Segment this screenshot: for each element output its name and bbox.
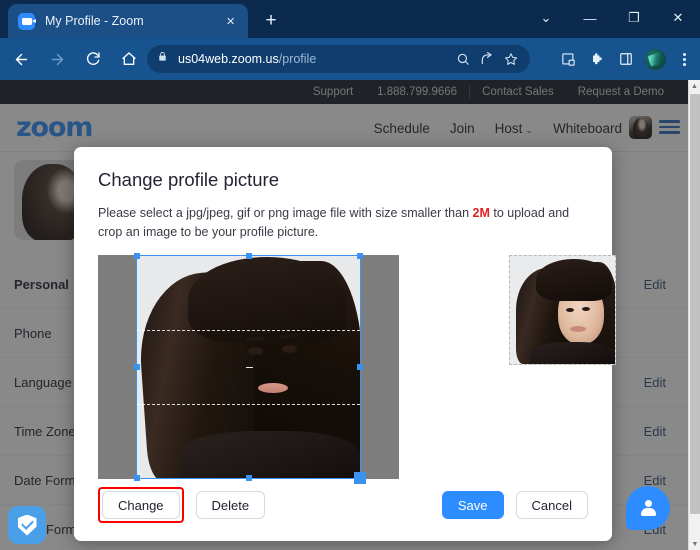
security-shield-icon[interactable] (8, 506, 46, 544)
delete-button[interactable]: Delete (195, 491, 266, 519)
browser-window: My Profile - Zoom × + ⌄ — ❐ ✕ us04web.zo… (0, 0, 700, 550)
support-chat-icon[interactable] (626, 486, 670, 530)
scroll-down-arrow[interactable]: ▼ (689, 538, 700, 550)
browser-toolbar: us04web.zoom.us/profile (0, 38, 700, 80)
image-crop-area[interactable] (98, 252, 399, 484)
crop-handle-bottom-left[interactable] (134, 474, 140, 481)
minimize-button[interactable]: — (568, 0, 612, 36)
toolbar-actions (554, 45, 698, 73)
crop-handle-top-center[interactable] (245, 252, 252, 259)
page-scrollbar[interactable]: ▲ ▼ (688, 80, 700, 550)
scroll-up-arrow[interactable]: ▲ (689, 80, 700, 92)
chevron-down-icon[interactable]: ⌄ (524, 0, 568, 36)
browser-tab[interactable]: My Profile - Zoom × (8, 4, 248, 38)
save-button[interactable]: Save (441, 491, 504, 519)
crop-handle-middle-right[interactable] (357, 363, 363, 370)
zoom-video-icon (18, 12, 36, 30)
share-icon[interactable] (476, 49, 498, 69)
crop-handle-top-left[interactable] (134, 252, 140, 259)
page-content: Support 1.888.799.9666 Contact Sales Req… (0, 80, 688, 550)
window-controls: ⌄ — ❐ ✕ (524, 0, 700, 36)
crop-handle-top-right[interactable] (357, 252, 363, 259)
tab-strip: My Profile - Zoom × + ⌄ — ❐ ✕ (0, 0, 700, 38)
back-button[interactable] (6, 44, 36, 74)
cancel-button[interactable]: Cancel (515, 491, 588, 519)
dialog-footer: Change Delete Save Cancel (98, 487, 588, 523)
page-title: Change profile picture (98, 169, 279, 190)
crop-selection[interactable] (134, 252, 366, 484)
crop-section (98, 252, 616, 484)
close-icon[interactable]: × (223, 14, 238, 29)
change-profile-picture-dialog: Change profile picture Please select a j… (74, 147, 616, 541)
new-tab-button[interactable]: + (258, 9, 284, 33)
profile-avatar-icon[interactable] (641, 45, 669, 73)
star-icon[interactable] (500, 49, 522, 69)
address-bar[interactable]: us04web.zoom.us/profile (147, 45, 530, 73)
crop-preview (509, 254, 616, 365)
forward-button[interactable] (42, 44, 72, 74)
crop-handle-bottom-center[interactable] (245, 474, 252, 481)
scrollbar-thumb[interactable] (690, 94, 700, 514)
search-icon[interactable] (452, 49, 474, 69)
lock-icon (157, 50, 169, 68)
omnibox-icons (452, 49, 522, 69)
url-text: us04web.zoom.us/profile (178, 52, 316, 66)
url-domain: us04web.zoom.us (178, 52, 279, 66)
url-path: /profile (278, 52, 317, 66)
puzzle-piece-icon[interactable] (583, 45, 611, 73)
crop-handle-bottom-right[interactable] (354, 471, 366, 484)
max-size-value: 2M (472, 206, 490, 220)
tab-title: My Profile - Zoom (45, 14, 144, 28)
crop-handle-middle-left[interactable] (134, 363, 140, 370)
side-panel-icon[interactable] (612, 45, 640, 73)
close-window-button[interactable]: ✕ (656, 0, 700, 36)
reading-list-icon[interactable] (554, 45, 582, 73)
three-dot-menu-icon[interactable] (670, 45, 698, 73)
reload-button[interactable] (78, 44, 108, 74)
maximize-button[interactable]: ❐ (612, 0, 656, 36)
change-button-highlight: Change (98, 487, 184, 523)
change-button[interactable]: Change (102, 491, 180, 519)
dialog-description: Please select a jpg/jpeg, gif or png ima… (98, 206, 570, 240)
home-button[interactable] (114, 44, 144, 74)
